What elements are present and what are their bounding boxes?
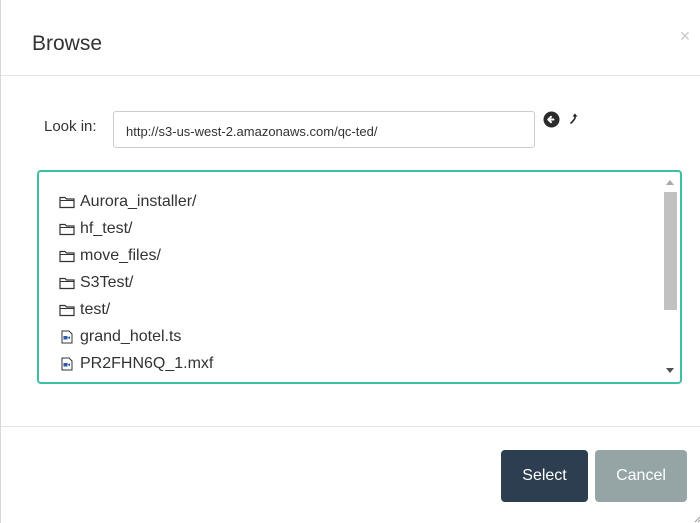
file-items: Aurora_installer/ hf_test/ move_files/ S… [59, 188, 213, 377]
file-list-scrollbar[interactable] [662, 174, 679, 380]
cancel-button[interactable]: Cancel [595, 450, 687, 502]
list-item[interactable]: Aurora_installer/ [59, 188, 213, 215]
file-list[interactable]: Aurora_installer/ hf_test/ move_files/ S… [37, 170, 682, 384]
look-in-path-input[interactable] [113, 111, 535, 148]
folder-icon [59, 223, 75, 235]
list-item[interactable]: move_files/ [59, 242, 213, 269]
resize-grip-icon[interactable] [693, 510, 700, 523]
scroll-up-arrow-icon[interactable] [666, 180, 674, 185]
dialog-title: Browse [32, 32, 103, 55]
level-up-icon[interactable] [568, 111, 582, 127]
folder-icon [59, 196, 75, 208]
list-item[interactable]: S3Test/ [59, 269, 213, 296]
folder-icon [59, 277, 75, 289]
list-item[interactable]: hf_test/ [59, 215, 213, 242]
video-file-icon [61, 357, 73, 370]
circle-arrow-left-icon[interactable] [543, 111, 560, 128]
folder-icon [59, 304, 75, 316]
list-item[interactable]: PR2FHN6Q_1.mxf [59, 350, 213, 377]
footer-divider [1, 426, 700, 427]
list-item[interactable]: grand_hotel.ts [59, 323, 213, 350]
select-button[interactable]: Select [501, 450, 588, 502]
file-name: S3Test/ [80, 273, 134, 291]
video-file-icon [61, 330, 73, 343]
scroll-thumb[interactable] [664, 192, 677, 310]
list-item[interactable]: test/ [59, 296, 213, 323]
close-icon[interactable]: × [675, 26, 695, 46]
browse-dialog: Browse × Look in: Aurora_installer/ [0, 0, 700, 523]
scroll-down-arrow-icon[interactable] [666, 368, 674, 373]
file-name: grand_hotel.ts [80, 327, 182, 345]
file-name: Aurora_installer/ [80, 192, 197, 210]
file-name: test/ [80, 300, 111, 318]
look-in-label: Look in: [44, 118, 97, 135]
dialog-header: Browse × [1, 0, 700, 76]
file-name: PR2FHN6Q_1.mxf [80, 354, 214, 372]
folder-icon [59, 250, 75, 262]
file-name: move_files/ [80, 246, 161, 264]
file-name: hf_test/ [80, 219, 133, 237]
